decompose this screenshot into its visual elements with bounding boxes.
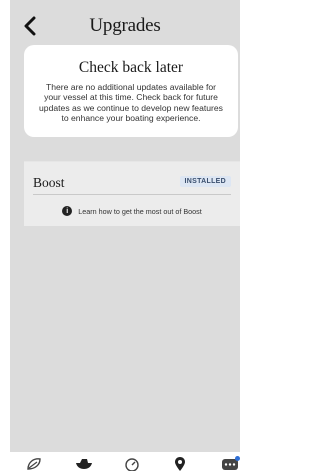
tab-performance[interactable] xyxy=(120,455,144,473)
location-pin-icon xyxy=(175,457,185,471)
page-title: Upgrades xyxy=(89,15,161,36)
tab-more[interactable] xyxy=(218,455,242,473)
info-icon: i xyxy=(62,206,73,216)
notice-card: Check back later There are no additional… xyxy=(24,45,238,137)
learn-more-text: Learn how to get the most out of Boost xyxy=(78,206,202,216)
gauge-leaf-icon xyxy=(27,458,41,470)
notification-dot xyxy=(235,456,240,461)
boat-icon xyxy=(76,459,92,469)
tab-location[interactable] xyxy=(168,455,192,473)
notice-title: Check back later xyxy=(78,59,184,76)
tab-dashboard[interactable] xyxy=(22,455,46,473)
upgrade-name: Boost xyxy=(33,175,65,190)
header: Upgrades xyxy=(10,9,240,43)
notice-body: There are no additional updates availabl… xyxy=(39,82,223,123)
tab-vessel[interactable] xyxy=(72,455,96,473)
installed-badge: INSTALLED xyxy=(179,176,231,187)
speedometer-icon xyxy=(125,458,139,471)
upgrades-screen: Upgrades Check back later There are no a… xyxy=(0,0,244,476)
learn-more-link[interactable]: i Learn how to get the most out of Boost xyxy=(24,206,240,216)
upgrade-item-boost: Boost INSTALLED i Learn how to get the m… xyxy=(24,161,240,226)
divider xyxy=(33,194,231,195)
bottom-tab-bar xyxy=(10,452,244,476)
